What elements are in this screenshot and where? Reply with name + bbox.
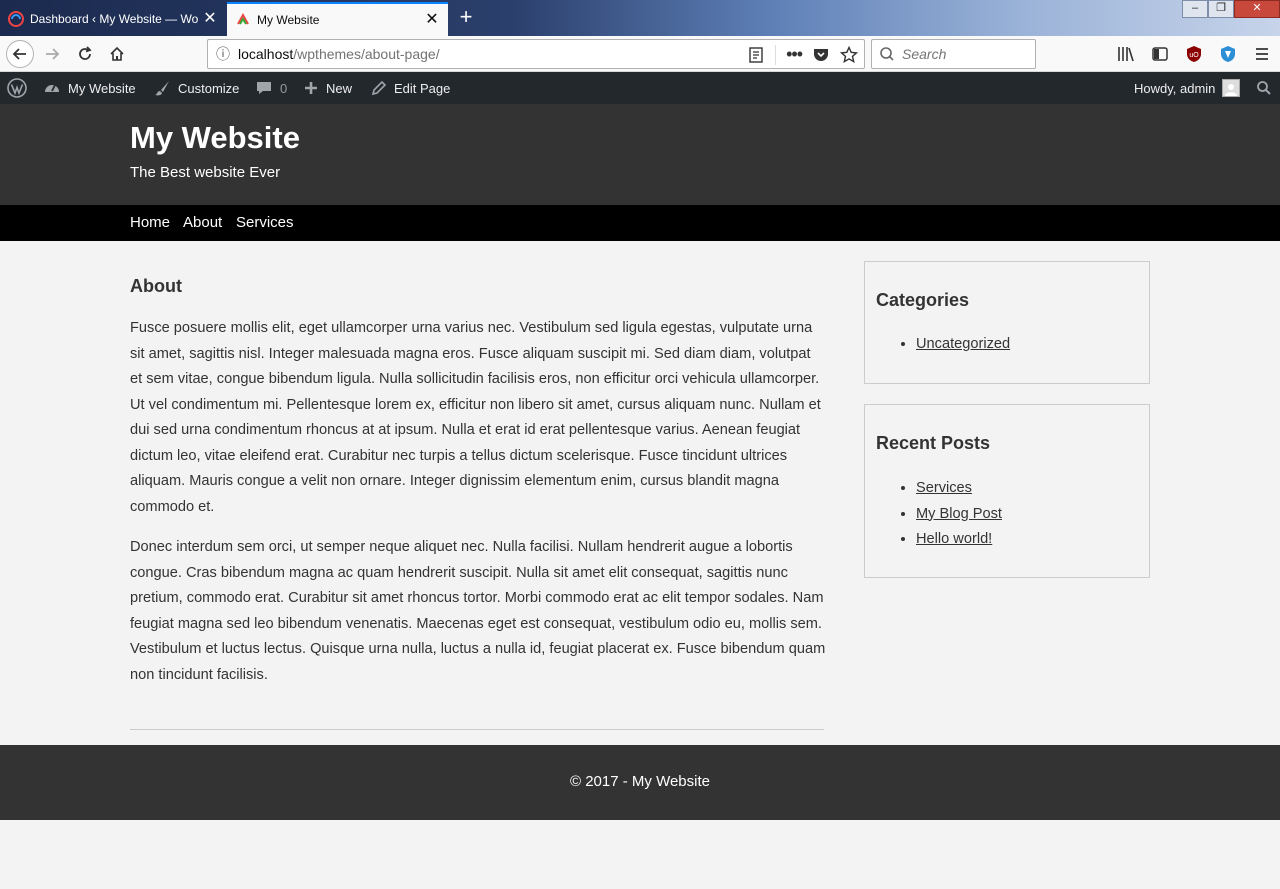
wordpress-favicon-icon <box>237 12 249 25</box>
list-item: Hello world! <box>916 527 1002 553</box>
reload-icon <box>79 46 92 60</box>
browser-tab-active[interactable]: My Website ✕ <box>227 2 448 36</box>
widget-title: Categories <box>876 290 970 310</box>
info-icon[interactable]: ⓘ <box>208 44 238 64</box>
footer-copyright: © 2017 - My Website <box>570 773 710 790</box>
paintbrush-icon <box>155 81 169 96</box>
recent-posts-list: Services My Blog Post Hello world! <box>916 476 1002 553</box>
list-item: My Blog Post <box>916 502 1002 528</box>
edit-page-label: Edit Page <box>394 80 451 96</box>
forward-button[interactable] <box>38 40 66 68</box>
tab-close-icon[interactable]: ✕ <box>202 11 218 27</box>
shield-extension-icon[interactable] <box>1218 44 1238 64</box>
recent-posts-widget: Recent Posts Services My Blog Post Hello… <box>864 404 1150 578</box>
widget-title: Recent Posts <box>876 433 991 453</box>
site-tagline: The Best website Ever <box>130 164 281 181</box>
window-controls: – ❐ ✕ <box>1182 0 1280 18</box>
nav-link-home[interactable]: Home <box>130 214 170 231</box>
list-item: Services <box>916 476 1002 502</box>
avatar <box>1222 79 1241 97</box>
browser-search-bar[interactable] <box>871 39 1036 69</box>
page-title: About <box>130 276 182 296</box>
wordpress-favicon-icon <box>8 11 24 27</box>
url-bar[interactable]: ⓘ localhost/wpthemes/about-page/ ••• <box>207 39 865 69</box>
home-icon <box>110 46 124 61</box>
admin-bar-customize[interactable]: Customize <box>153 72 239 104</box>
wordpress-logo-button[interactable] <box>7 72 27 104</box>
admin-bar-new[interactable]: New <box>303 72 352 104</box>
arrow-left-icon <box>12 48 26 60</box>
site-header: My Website The Best website Ever <box>0 104 1280 205</box>
admin-bar-search[interactable] <box>1256 72 1272 104</box>
admin-bar-edit-page[interactable]: Edit Page <box>370 72 450 104</box>
admin-bar-site-name[interactable]: My Website <box>43 72 136 104</box>
maximize-button[interactable]: ❐ <box>1208 0 1234 18</box>
pencil-icon <box>371 80 387 95</box>
admin-bar-comments[interactable]: 0 <box>255 72 287 104</box>
nav-link-about[interactable]: About <box>183 214 222 231</box>
recent-post-link[interactable]: Hello world! <box>916 531 992 547</box>
hamburger-menu-icon[interactable] <box>1252 44 1272 64</box>
search-input[interactable] <box>902 46 1022 62</box>
wordpress-logo-icon <box>7 78 27 98</box>
browser-toolbar: ⓘ localhost/wpthemes/about-page/ ••• Sea… <box>0 36 1280 72</box>
admin-bar-account[interactable]: Howdy, admin <box>1134 72 1241 104</box>
category-link[interactable]: Uncategorized <box>916 336 1010 352</box>
list-item: Uncategorized <box>916 332 1010 358</box>
comments-count: 0 <box>280 80 288 96</box>
pocket-icon[interactable] <box>812 46 830 64</box>
new-tab-button[interactable]: + <box>455 6 477 28</box>
bookmark-star-icon[interactable] <box>840 45 858 64</box>
site-title[interactable]: My Website <box>130 120 300 156</box>
ublock-origin-icon[interactable]: uO <box>1184 44 1204 64</box>
search-icon <box>1257 81 1271 95</box>
content-divider <box>130 729 824 730</box>
back-button[interactable] <box>6 40 34 68</box>
svg-text:uO: uO <box>1189 52 1199 59</box>
url-host: localhost <box>238 46 294 62</box>
sidebar-icon[interactable] <box>1150 44 1170 64</box>
new-label: New <box>326 80 353 96</box>
recent-post-link[interactable]: My Blog Post <box>916 506 1002 522</box>
dashboard-gauge-icon <box>45 84 59 92</box>
tab-close-icon[interactable]: ✕ <box>424 12 440 28</box>
library-icon[interactable] <box>1116 44 1136 64</box>
toolbar-right: uO <box>1116 44 1272 64</box>
browser-tab-dashboard[interactable]: Dashboard ‹ My Website — Wo ✕ <box>0 2 226 36</box>
categories-list: Uncategorized <box>916 332 1010 358</box>
tab-title: Dashboard ‹ My Website — Wo <box>30 12 199 26</box>
page-actions-icon[interactable]: ••• <box>786 44 803 65</box>
categories-widget: Categories Uncategorized <box>864 261 1150 384</box>
tab-title: My Website <box>257 13 320 27</box>
plus-icon <box>305 82 317 94</box>
page-background <box>0 820 1280 889</box>
minimize-button[interactable]: – <box>1182 0 1208 18</box>
home-button[interactable] <box>103 40 131 68</box>
site-name-label: My Website <box>68 80 136 96</box>
search-icon <box>880 47 894 61</box>
customize-label: Customize <box>178 80 240 96</box>
nav-link-services[interactable]: Services <box>236 214 294 231</box>
recent-post-link[interactable]: Services <box>916 480 972 496</box>
url-actions: ••• <box>747 44 858 65</box>
browser-tabstrip: Dashboard ‹ My Website — Wo ✕ My Website… <box>0 0 1280 36</box>
wp-admin-bar: My Website Customize 0 New Edit Page How… <box>0 72 1280 104</box>
main-content: About Fusce posuere mollis elit, eget ul… <box>0 241 1280 745</box>
content-paragraph: Donec interdum sem orci, ut semper neque… <box>130 539 826 683</box>
reload-button[interactable] <box>71 40 99 68</box>
close-window-button[interactable]: ✕ <box>1234 0 1280 18</box>
site-navigation: Home About Services <box>0 205 1280 241</box>
url-path: /wpthemes/about-page/ <box>293 46 440 62</box>
site-footer: © 2017 - My Website <box>0 745 1280 820</box>
arrow-right-icon <box>46 48 60 60</box>
reader-view-icon[interactable] <box>747 45 765 65</box>
comment-bubble-icon <box>257 82 271 94</box>
user-silhouette-icon <box>1225 84 1238 96</box>
howdy-label: Howdy, admin <box>1134 80 1216 96</box>
content-paragraph: Fusce posuere mollis elit, eget ullamcor… <box>130 320 821 515</box>
